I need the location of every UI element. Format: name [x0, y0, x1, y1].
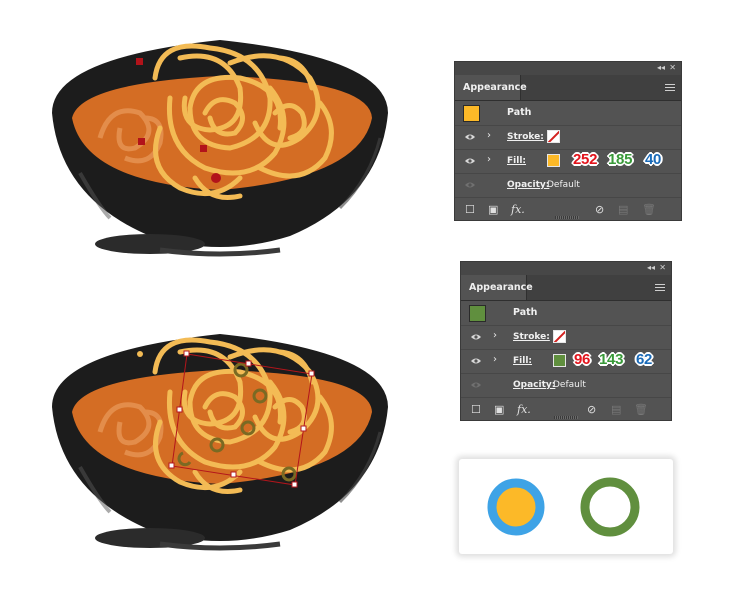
- eye-icon[interactable]: [471, 334, 481, 340]
- opacity-value: Default: [553, 380, 586, 390]
- rgb-red-value: 252: [573, 151, 598, 168]
- collapse-icon[interactable]: ◂◂: [647, 263, 655, 272]
- new-fill-icon[interactable]: ▣: [494, 403, 504, 416]
- noodle-bowl-illustration-bottom: [52, 334, 388, 551]
- rgb-green-value: 143: [599, 351, 624, 368]
- fill-label[interactable]: Fill:: [513, 356, 532, 366]
- appearance-panel-yellow: ◂◂ ✕ Appearance Path › Stroke: › Fill: 2…: [454, 61, 682, 221]
- panel-titlebar[interactable]: ◂◂ ✕: [455, 62, 681, 75]
- new-stroke-icon[interactable]: ☐: [471, 403, 481, 416]
- panel-footer: ☐ ▣ fx. ⊘ ▤ 🗑: [461, 398, 671, 420]
- chevron-right-icon[interactable]: ›: [487, 154, 491, 165]
- duplicate-icon[interactable]: ▤: [611, 403, 621, 416]
- eye-icon[interactable]: [471, 358, 481, 364]
- menu-icon[interactable]: [665, 84, 675, 93]
- chevron-right-icon[interactable]: ›: [487, 130, 491, 141]
- stroke-row[interactable]: › Stroke:: [455, 126, 681, 150]
- stroke-swatch[interactable]: [553, 330, 566, 343]
- opacity-label[interactable]: Opacity:: [507, 180, 549, 190]
- object-row[interactable]: Path: [461, 301, 671, 326]
- object-label: Path: [513, 307, 538, 318]
- shape-preview-card: [459, 459, 673, 554]
- opacity-label[interactable]: Opacity:: [513, 380, 555, 390]
- resize-grip[interactable]: [555, 216, 579, 219]
- panel-footer: ☐ ▣ fx. ⊘ ▤ 🗑: [455, 198, 681, 220]
- new-stroke-icon[interactable]: ☐: [465, 203, 475, 216]
- eye-icon[interactable]: [465, 158, 475, 164]
- clear-icon[interactable]: ⊘: [587, 403, 596, 416]
- close-icon[interactable]: ✕: [669, 63, 676, 72]
- menu-icon[interactable]: [655, 284, 665, 293]
- stroke-swatch[interactable]: [547, 130, 560, 143]
- noodle-bowl-illustration-top: [52, 40, 388, 257]
- fill-swatch[interactable]: [547, 154, 560, 167]
- yellow-circle-preview: [487, 478, 545, 536]
- clear-icon[interactable]: ⊘: [595, 203, 604, 216]
- object-swatch: [463, 105, 480, 122]
- fx-icon[interactable]: fx.: [511, 203, 525, 216]
- opacity-row[interactable]: Opacity: Default: [455, 174, 681, 198]
- chevron-right-icon[interactable]: ›: [493, 354, 497, 365]
- preview-shapes: [487, 477, 640, 537]
- trash-icon[interactable]: 🗑: [642, 203, 656, 216]
- resize-grip[interactable]: [554, 416, 578, 419]
- rgb-blue-value: 40: [645, 151, 662, 168]
- panel-titlebar[interactable]: ◂◂ ✕: [461, 262, 671, 275]
- fill-label[interactable]: Fill:: [507, 156, 526, 166]
- opacity-row[interactable]: Opacity: Default: [461, 374, 671, 398]
- fill-row[interactable]: › Fill: 96 143 62: [461, 350, 671, 374]
- collapse-icon[interactable]: ◂◂: [657, 63, 665, 72]
- fill-row[interactable]: › Fill: 252 185 40: [455, 150, 681, 174]
- fx-icon[interactable]: fx.: [517, 403, 531, 416]
- rgb-red-value: 96: [574, 351, 591, 368]
- rgb-green-value: 185: [608, 151, 633, 168]
- stroke-row[interactable]: › Stroke:: [461, 326, 671, 350]
- opacity-value: Default: [547, 180, 580, 190]
- close-icon[interactable]: ✕: [659, 263, 666, 272]
- eye-icon[interactable]: [465, 182, 475, 188]
- object-swatch: [469, 305, 486, 322]
- chevron-right-icon[interactable]: ›: [493, 330, 497, 341]
- green-ring-preview: [580, 477, 640, 537]
- duplicate-icon[interactable]: ▤: [618, 203, 628, 216]
- eye-icon[interactable]: [465, 134, 475, 140]
- appearance-panel-green: ◂◂ ✕ Appearance Path › Stroke: › Fill: 9…: [460, 261, 672, 421]
- tab-appearance[interactable]: Appearance: [461, 275, 533, 300]
- anchor-dot: [137, 351, 143, 357]
- tab-appearance[interactable]: Appearance: [455, 75, 527, 100]
- stroke-label[interactable]: Stroke:: [513, 332, 550, 342]
- rgb-blue-value: 62: [636, 351, 653, 368]
- stroke-label[interactable]: Stroke:: [507, 132, 544, 142]
- trash-icon[interactable]: 🗑: [634, 403, 648, 416]
- eye-icon[interactable]: [471, 382, 481, 388]
- object-label: Path: [507, 107, 532, 118]
- new-fill-icon[interactable]: ▣: [488, 203, 498, 216]
- object-row[interactable]: Path: [455, 101, 681, 126]
- fill-swatch[interactable]: [553, 354, 566, 367]
